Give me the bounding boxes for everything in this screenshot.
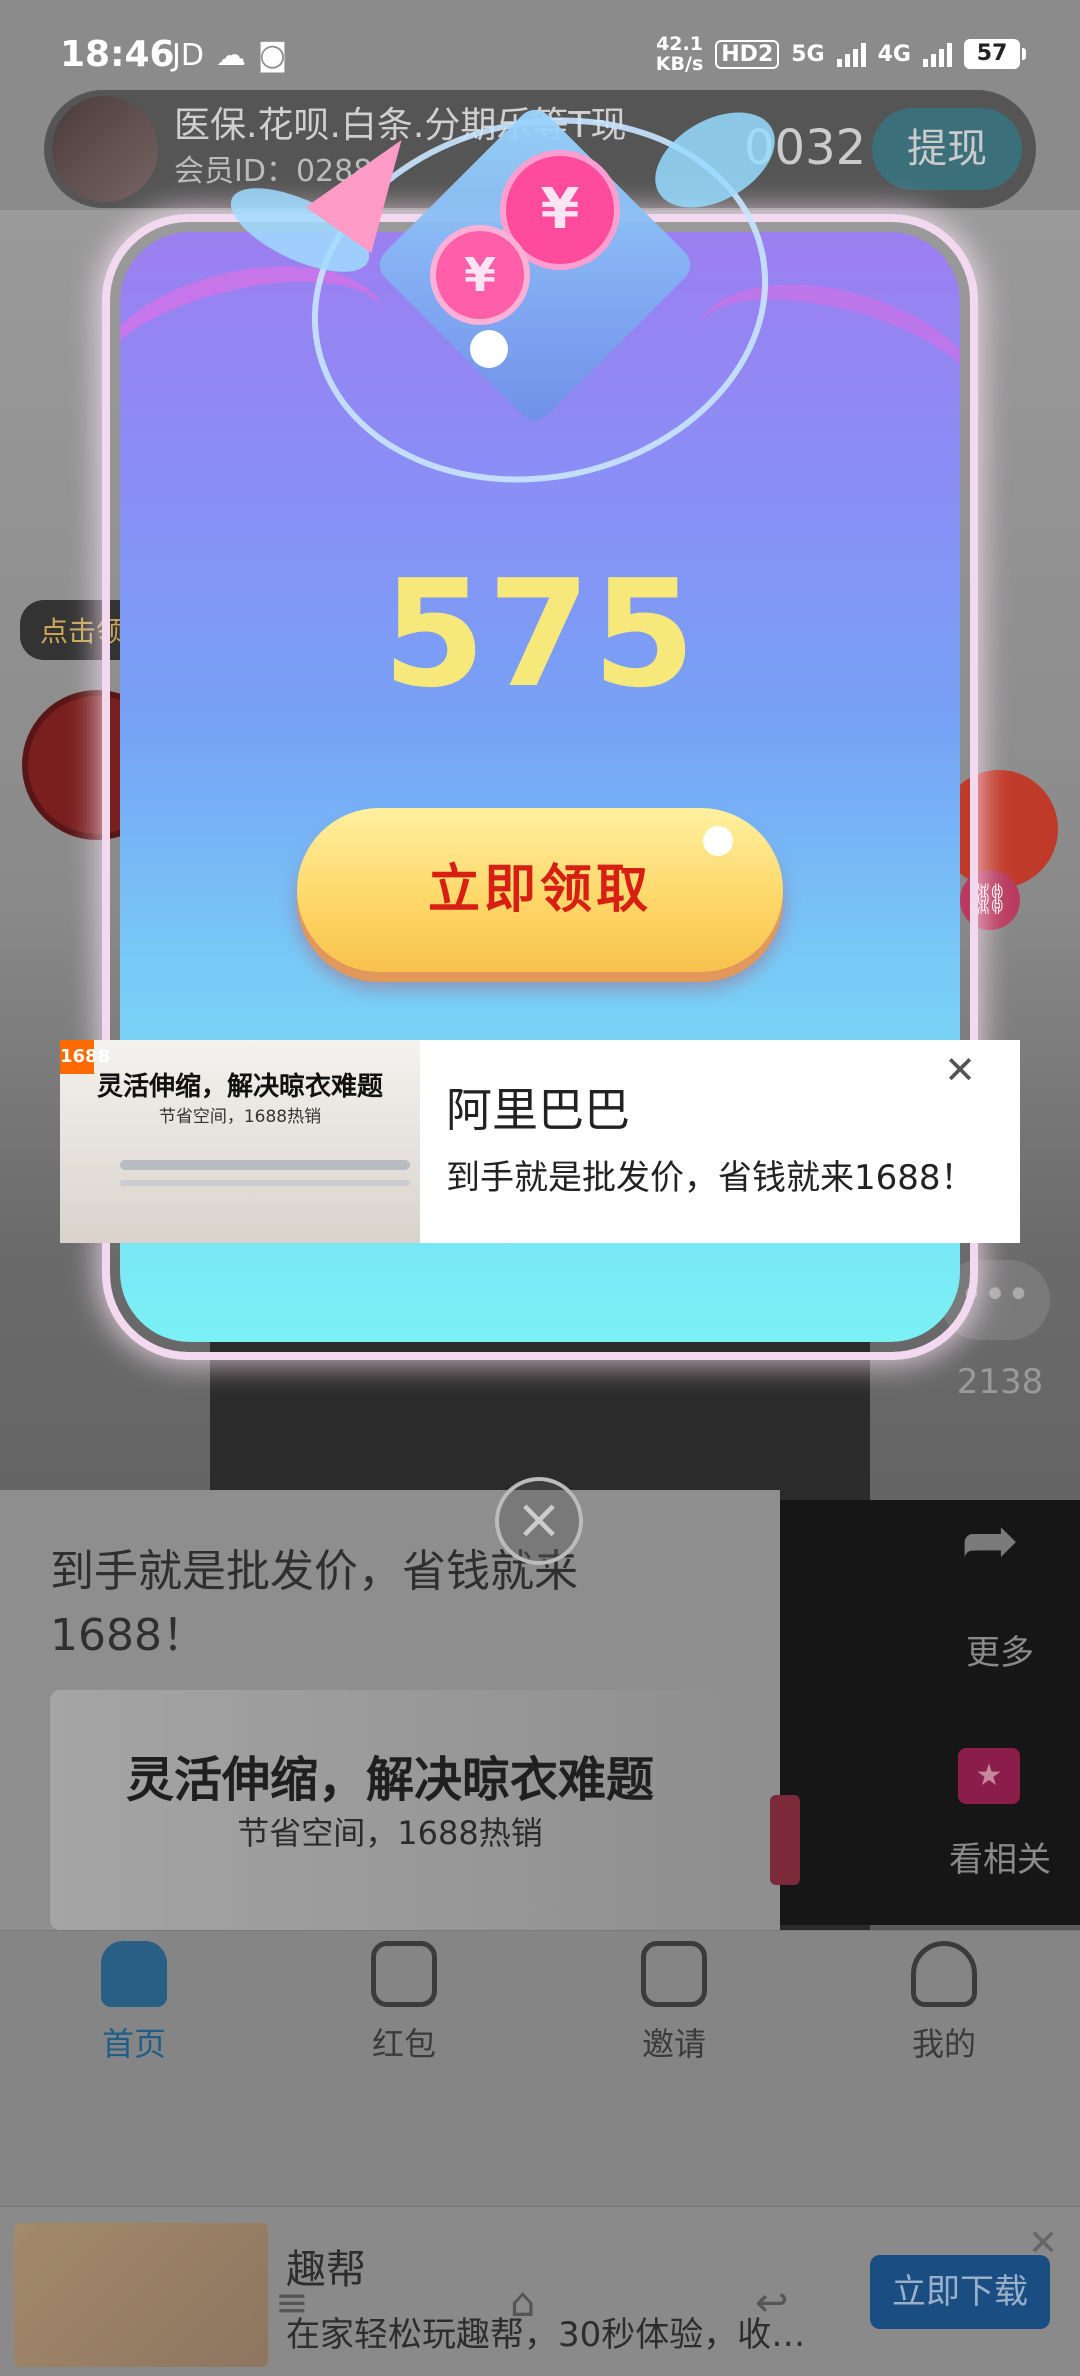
- feed-ad-image-title: 灵活伸缩，解决晾衣难题: [125, 1752, 654, 1808]
- pearl-icon: [470, 330, 508, 368]
- nav-item-red-packet[interactable]: 红包: [304, 1941, 504, 2065]
- related-icon[interactable]: ★: [958, 1748, 1020, 1804]
- hd-icon: HD2: [715, 39, 780, 69]
- status-time: 18:46: [60, 34, 175, 75]
- nav-item-profile[interactable]: 我的: [844, 1941, 1044, 2065]
- withdraw-button[interactable]: 提现: [872, 108, 1022, 190]
- red-packet-icon: [371, 1941, 437, 2007]
- network-5g-label: 5G: [791, 41, 825, 67]
- share-icon[interactable]: ➦: [940, 1505, 1040, 1575]
- download-button[interactable]: 立即下载: [870, 2255, 1050, 2329]
- download-banner-description: 在家轻松玩趣帮，30秒体验，收…: [286, 2315, 806, 2355]
- drying-rack-graphic: [120, 1160, 410, 1170]
- battery-icon: 57: [964, 39, 1026, 69]
- app-icon: ◙: [257, 38, 288, 73]
- more-label[interactable]: 更多: [930, 1625, 1070, 1674]
- close-icon[interactable]: ×: [495, 1477, 583, 1565]
- feed-ad-card[interactable]: 到手就是批发价，省钱就来1688！ 灵活伸缩，解决晾衣难题 节省空间，1688热…: [0, 1490, 780, 1930]
- drying-rack-graphic: [120, 1180, 410, 1186]
- native-ad-description: 到手就是批发价，省钱就来1688！: [446, 1158, 975, 1198]
- bottom-nav: 首页 红包 邀请 我的: [0, 1930, 1080, 2206]
- network-4g-label: 4G: [877, 41, 911, 67]
- nav-item-home[interactable]: 首页: [34, 1941, 234, 2065]
- feed-ad-text: 到手就是批发价，省钱就来1688！: [50, 1546, 578, 1661]
- status-app-icons: JD ☁ ◙: [172, 38, 287, 73]
- nav-label: 红包: [371, 2025, 436, 2063]
- back-icon[interactable]: ↩: [755, 2280, 789, 2326]
- reward-amount: 575: [382, 548, 698, 720]
- profile-icon: [911, 1941, 977, 2007]
- nav-label: 我的: [911, 2025, 976, 2063]
- close-icon[interactable]: ✕: [1028, 2223, 1058, 2264]
- home-icon: [101, 1941, 167, 2007]
- invite-icon: [641, 1941, 707, 2007]
- signal-icon-2: [923, 41, 952, 67]
- native-ad-image[interactable]: 1688 灵活伸缩，解决晾衣难题 节省空间，1688热销: [60, 1040, 420, 1243]
- nav-label: 首页: [101, 2025, 166, 2063]
- native-ad[interactable]: 1688 灵活伸缩，解决晾衣难题 节省空间，1688热销 阿里巴巴 到手就是批发…: [60, 1040, 1020, 1243]
- nav-label: 邀请: [641, 2025, 706, 2063]
- related-label[interactable]: 看相关: [920, 1832, 1080, 1881]
- feed-ad-image-subtitle: 节省空间，1688热销: [237, 1814, 543, 1852]
- avatar[interactable]: [52, 96, 158, 202]
- coin-icon: ¥: [430, 225, 530, 325]
- status-indicators: 42.1 KB/s HD2 5G 4G 57: [655, 33, 1026, 75]
- jd-icon: JD: [172, 38, 204, 73]
- download-banner-image: [14, 2223, 268, 2367]
- feed-ad-side-tag: [770, 1795, 800, 1885]
- status-bar: 18:46 JD ☁ ◙ 42.1 KB/s HD2 5G 4G 57: [0, 0, 1080, 100]
- native-ad-image-subtitle: 节省空间，1688热销: [158, 1107, 322, 1127]
- claim-button[interactable]: 立即领取: [297, 808, 783, 972]
- native-ad-title: 阿里巴巴: [446, 1083, 630, 1137]
- download-banner[interactable]: 趣帮 在家轻松玩趣帮，30秒体验，收… 立即下载 ✕: [0, 2206, 1080, 2376]
- feed-ad-image[interactable]: 灵活伸缩，解决晾衣难题 节省空间，1688热销: [50, 1690, 730, 1930]
- net-speed: 42.1 KB/s: [655, 33, 704, 75]
- comment-count: 2138: [956, 1362, 1044, 1402]
- signal-icon: [836, 41, 866, 67]
- wechat-icon: ☁: [215, 38, 246, 73]
- native-ad-image-title: 灵活伸缩，解决晾衣难题: [96, 1072, 383, 1102]
- menu-icon[interactable]: ≡: [275, 2280, 309, 2326]
- nav-item-invite[interactable]: 邀请: [574, 1941, 774, 2065]
- home-nav-icon[interactable]: ⌂: [510, 2280, 535, 2326]
- close-icon[interactable]: ✕: [940, 1050, 980, 1090]
